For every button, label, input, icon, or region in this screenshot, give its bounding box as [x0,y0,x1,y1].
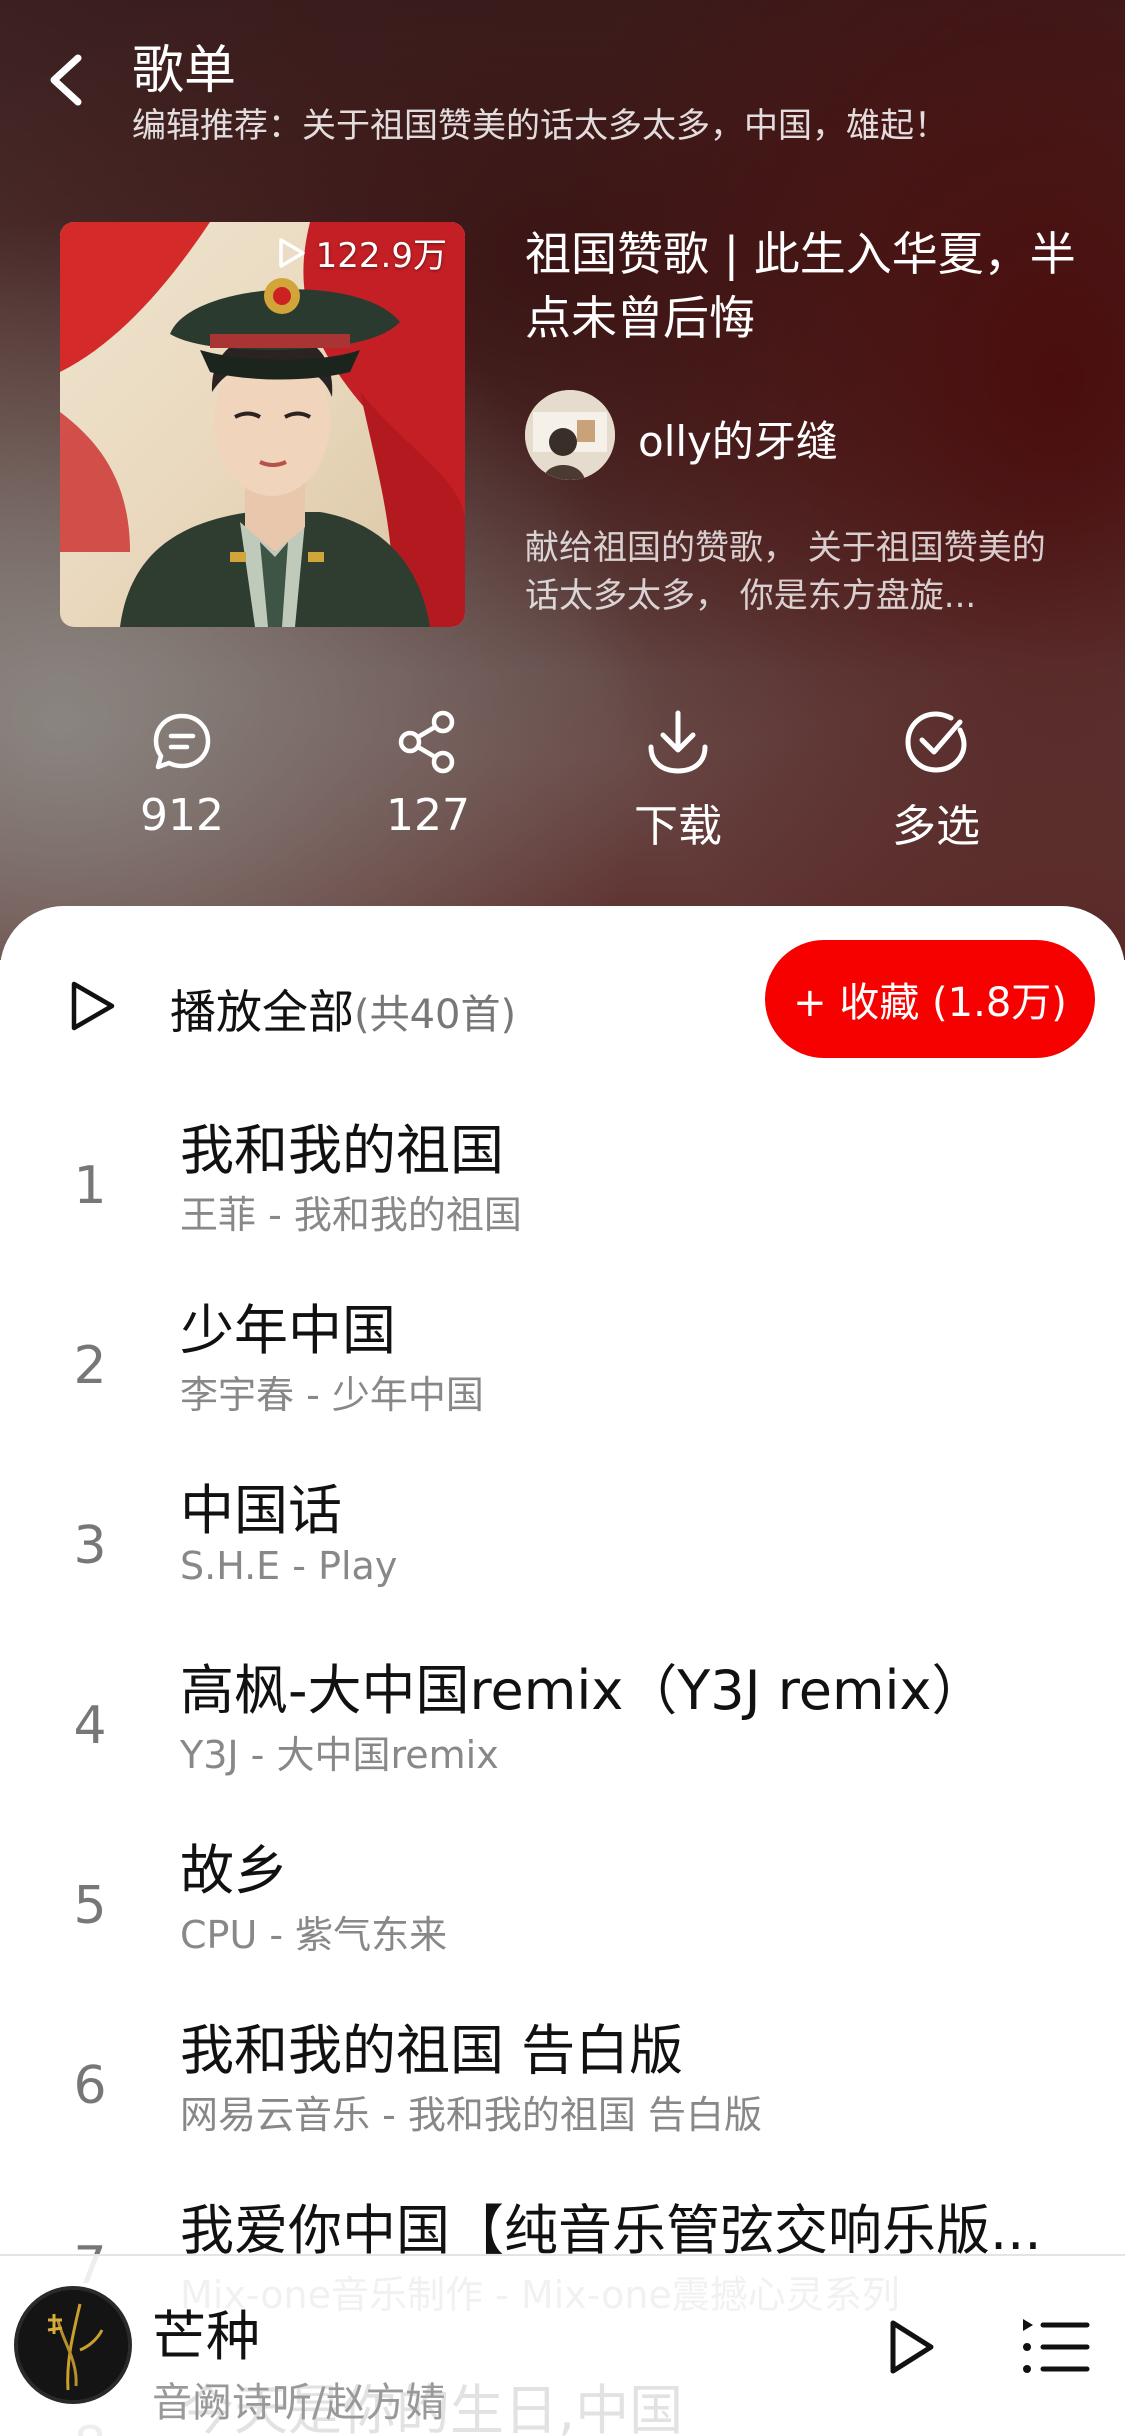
play-all-text: 播放全部 [170,985,354,1039]
song-title: 中国话 [180,1479,342,1542]
comment-count: 912 [140,790,224,841]
creator-name[interactable]: olly的牙缝 [638,408,838,469]
chevron-left-icon [50,54,82,106]
song-artist-album: CPU - 紫气东来 [180,1913,448,1957]
song-title: 高枫-大中国remix（Y3J remix） [180,1659,986,1722]
playlist-description[interactable]: 献给祖国的赞歌， 关于祖国赞美的话太多太多， 你是东方盘旋... [525,524,1065,620]
comment-button[interactable]: 912 [92,702,272,841]
play-outline-icon [71,981,115,1031]
song-row[interactable]: 2 少年中国李宇春 - 少年中国 [0,1286,1125,1466]
song-row[interactable]: 4 高枫-大中国remix（Y3J remix） Y3J - 大中国remix [0,1646,1125,1826]
album-art [18,2290,128,2400]
song-title: 故乡 [180,1839,288,1902]
comment-icon [153,713,211,770]
playlist-queue-button[interactable] [1010,2302,1100,2392]
play-all-label[interactable]: 播放全部(共40首) [170,976,516,1042]
avatar-image [525,390,615,480]
song-index: 5 [73,1876,107,1936]
play-count: 122.9万 [315,236,447,276]
download-icon [648,710,708,774]
cover-illustration [60,222,465,627]
song-artist-album: 王菲 - 我和我的祖国 [180,1193,522,1237]
playlist-cover[interactable]: 122.9万 [60,222,465,627]
multiselect-label: 多选 [892,801,980,852]
now-playing-artist: 音阙诗听/赵方婧 [152,2380,446,2426]
play-outline-icon [890,2320,934,2374]
song-index: 2 [73,1336,107,1396]
song-row[interactable]: 5 故乡 CPU - 紫气东来 [0,1826,1125,2006]
song-row[interactable]: 3 中国话 S.H.E - Play [0,1466,1125,1646]
song-title: 我和我的祖国 告白版 [180,2019,684,2082]
play-outline-icon [278,237,305,268]
song-index: 4 [73,1696,107,1756]
song-artist-album: S.H.E - Play [180,1544,398,1588]
song-list-panel: 播放全部(共40首) + 收藏 (1.8万) 1 我和我的祖国王菲 - 我和我的祖… [0,906,1125,2436]
now-playing-title: 芒种 [152,2305,260,2368]
queue-list-icon [1023,2319,1090,2373]
song-title: 少年中国 [180,1299,396,1362]
page-title: 歌单 [132,41,237,101]
song-row[interactable]: 1 我和我的祖国王菲 - 我和我的祖国 [0,1106,1125,1286]
download-button[interactable]: 下载 [588,702,768,854]
share-button[interactable]: 127 [338,702,518,841]
song-index: 3 [73,1516,107,1576]
song-artist-album: Y3J - 大中国remix [180,1733,499,1777]
mini-player[interactable]: 芒种 音阙诗听/赵方婧 [0,2254,1125,2436]
song-row[interactable]: 6 我和我的祖国 告白版网易云音乐 - 我和我的祖国 告白版 [0,2006,1125,2186]
check-circle-icon [905,711,967,773]
editor-recommendation: 编辑推荐：关于祖国赞美的话太多太多，中国，雄起！ [132,106,948,146]
song-index: 6 [73,2056,107,2116]
multiselect-button[interactable]: 多选 [846,702,1026,854]
download-label: 下载 [634,801,722,852]
play-all-button[interactable] [64,976,120,1036]
now-playing-cover[interactable] [14,2286,132,2404]
play-count-badge: 122.9万 [278,228,447,277]
back-button[interactable] [36,42,96,118]
song-artist-album: 网易云音乐 - 我和我的祖国 告白版 [180,2093,762,2137]
song-title: 我和我的祖国 [180,1119,504,1182]
creator-avatar[interactable] [525,390,615,480]
mini-play-button[interactable] [872,2302,952,2392]
favorite-button[interactable]: + 收藏 (1.8万) [765,940,1095,1058]
share-count: 127 [386,790,470,841]
song-index: 1 [73,1156,107,1216]
share-icon [398,710,455,774]
song-artist-album: 李宇春 - 少年中国 [180,1373,484,1417]
playlist-name: 祖国赞歌 | 此生入华夏，半点未曾后悔 [525,227,1076,345]
song-count: (共40首) [354,992,517,1038]
